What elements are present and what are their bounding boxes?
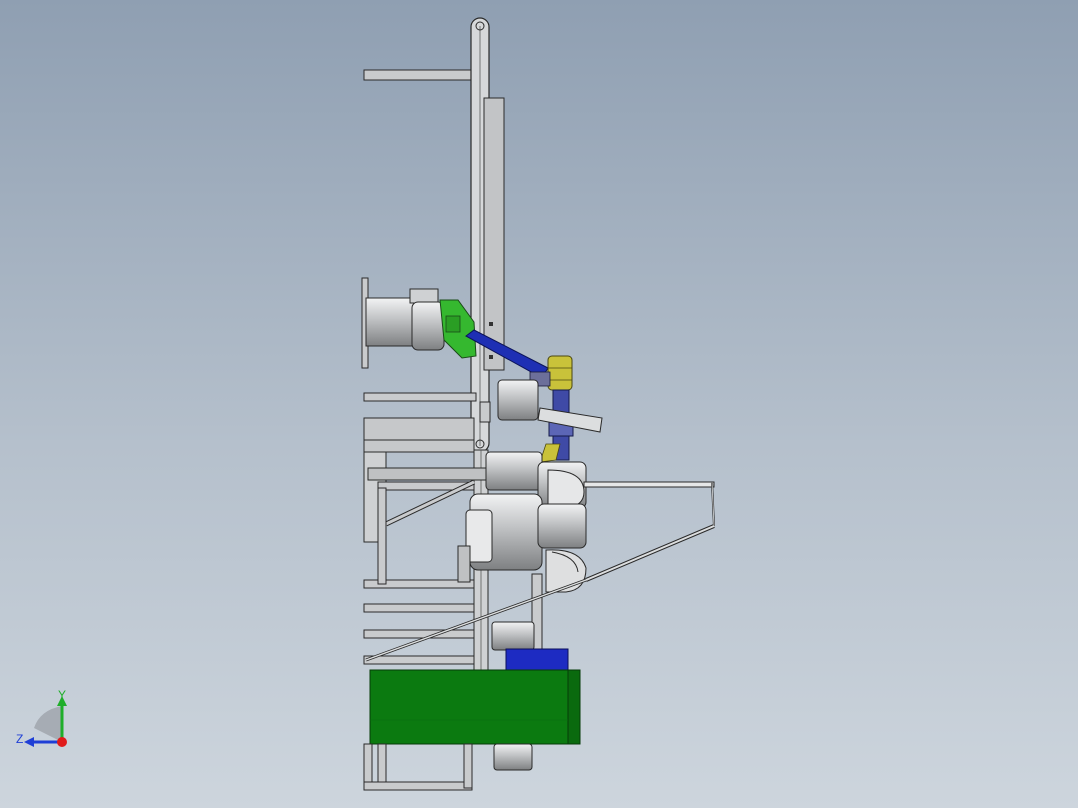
green-motor — [369, 669, 581, 745]
blue-block — [505, 648, 569, 672]
machine-assembly-side-view[interactable] — [0, 0, 1078, 808]
left-motor — [361, 277, 445, 369]
vertical-joint — [537, 389, 603, 463]
x-axis-icon — [57, 737, 67, 747]
top-arm — [363, 69, 477, 81]
side-plate — [483, 97, 505, 371]
graphics-viewport[interactable]: Y Z — [0, 0, 1078, 808]
bottom-roller — [493, 743, 533, 771]
y-axis-label: Y — [58, 688, 67, 702]
arm-2 — [363, 392, 477, 402]
z-axis-label: Z — [16, 732, 24, 746]
upper-roller — [497, 379, 539, 421]
